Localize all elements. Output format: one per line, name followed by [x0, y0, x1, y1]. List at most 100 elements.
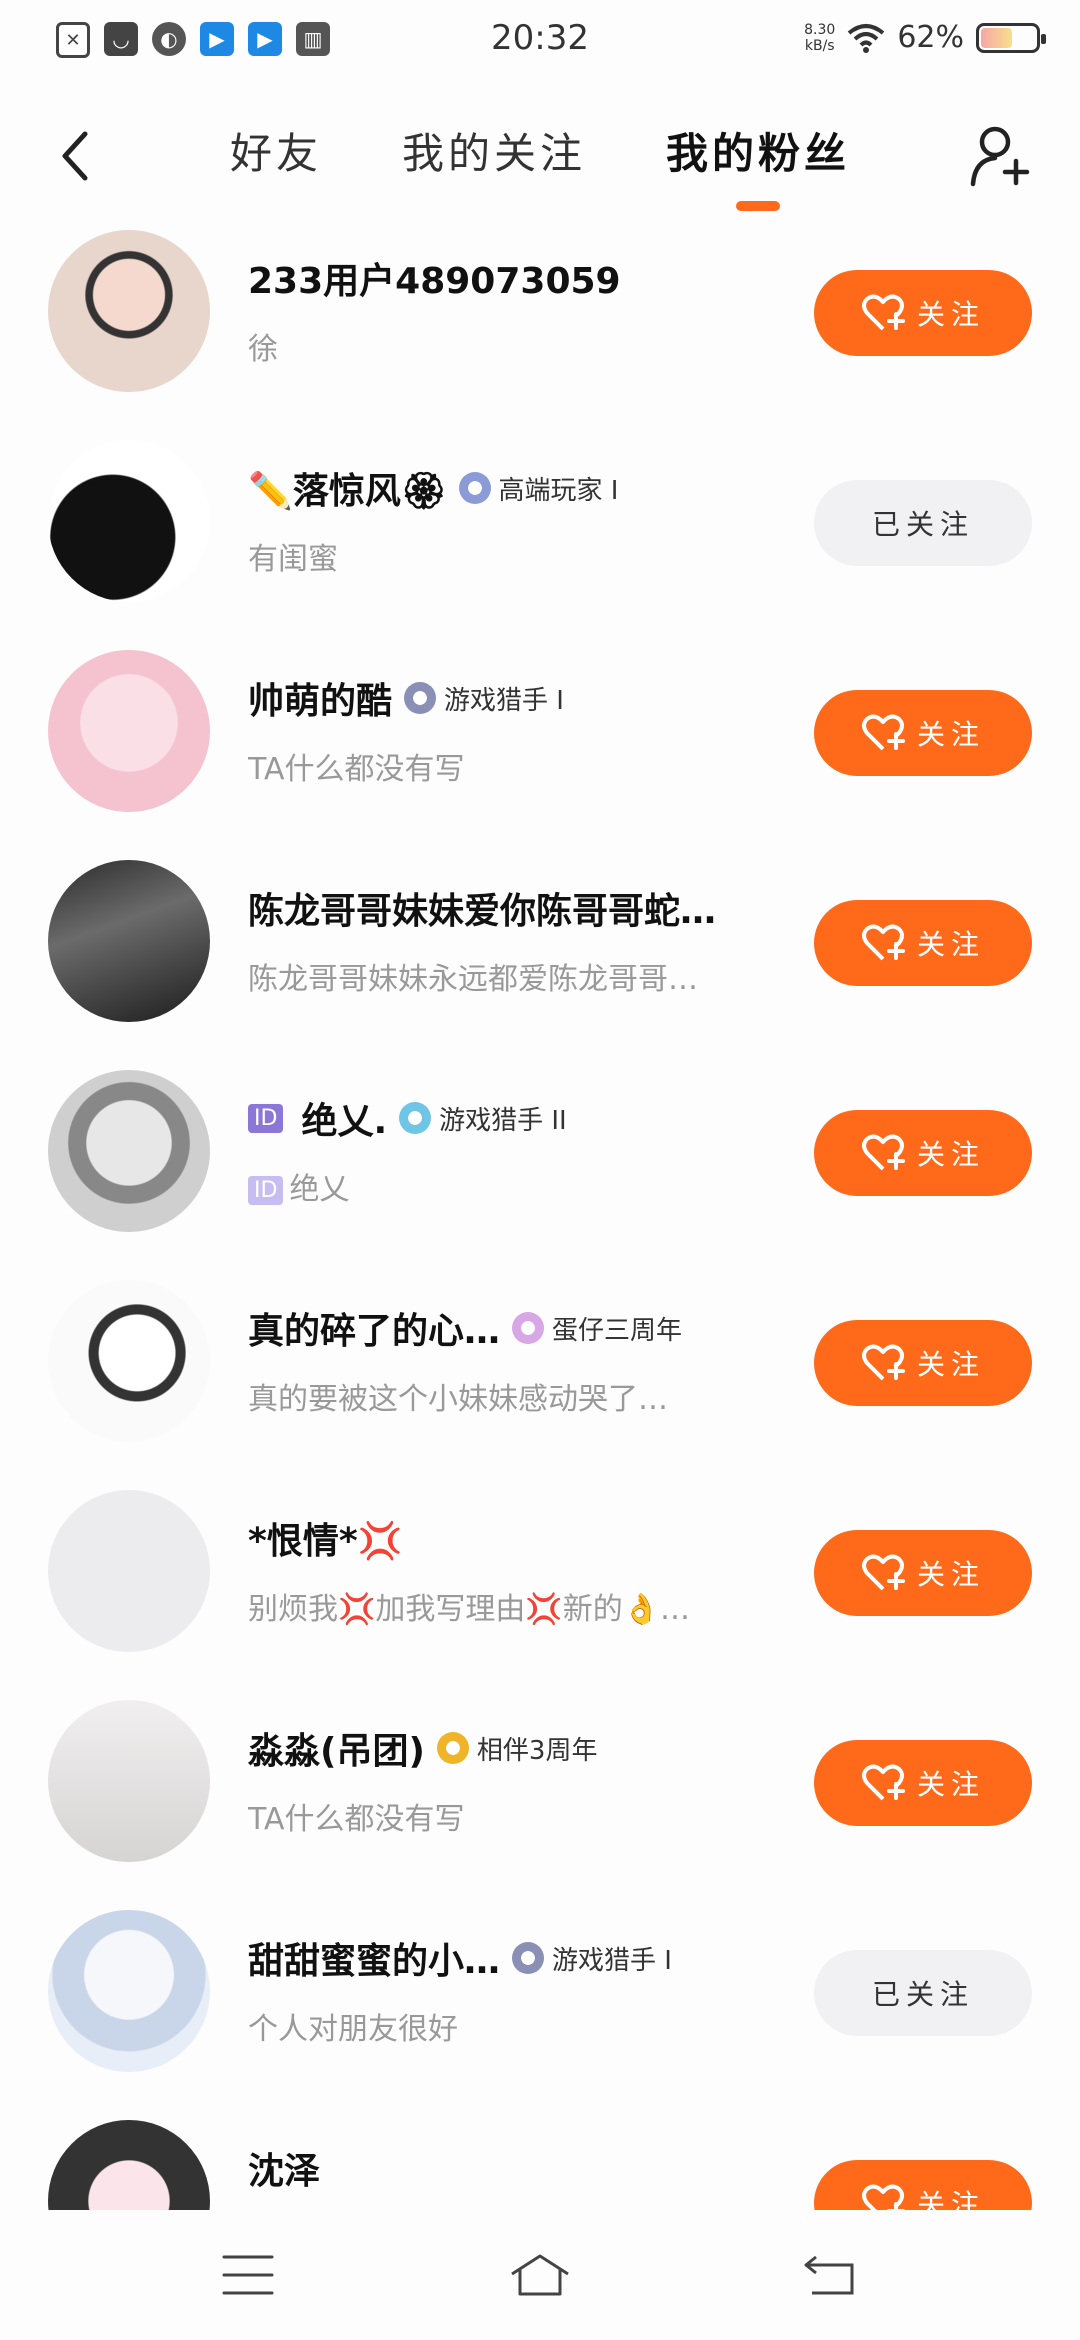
- header: 好友 我的关注 我的粉丝: [0, 100, 1080, 240]
- followed-button[interactable]: 已关注: [814, 1950, 1032, 2036]
- menu-button[interactable]: [208, 2240, 288, 2310]
- fan-name: 沈泽: [248, 2151, 321, 2192]
- signature-text: 真的要被这个小妹妹感动哭了…: [248, 1382, 668, 1417]
- fan-info: 真的碎了的心… 蛋仔三周年真的要被这个小妹妹感动哭了…: [248, 1302, 808, 1418]
- button-label: 关注: [916, 1138, 985, 1171]
- badge-label: 蛋仔三周年: [552, 1315, 683, 1346]
- fan-signature: 个人对朋友很好: [248, 2004, 788, 2048]
- avatar[interactable]: [48, 1070, 210, 1232]
- wifi-icon: [848, 23, 885, 53]
- badge-label: 游戏猎手 I: [444, 685, 564, 716]
- title-badge: 高端玩家 I: [458, 470, 619, 507]
- badge-icon: [512, 1312, 545, 1344]
- title-badge: 蛋仔三周年: [512, 1310, 682, 1347]
- avatar[interactable]: [48, 2120, 210, 2210]
- badge-icon: [399, 1102, 432, 1134]
- fan-name: 淼淼(吊团): [248, 1731, 425, 1772]
- badge-icon: [458, 472, 491, 504]
- fan-signature: TA什么都没有写: [248, 744, 788, 788]
- heart-plus-icon: [861, 924, 905, 961]
- button-label: 关注: [916, 718, 985, 751]
- fan-info: 沈泽: [248, 2142, 808, 2194]
- fan-signature: 陈龙哥哥妹妹永远都爱陈龙哥哥…: [248, 954, 788, 998]
- status-bar: ✕ ◡ ◐ ▶ ▶ ▥ 20:32 8.30 kB/s 62%: [0, 0, 1080, 80]
- id-tag: ID: [248, 1103, 284, 1133]
- fan-info: 233用户489073059 徐: [248, 252, 808, 368]
- fan-row[interactable]: 帅萌的酷 游戏猎手 I TA什么都没有写 关注: [0, 650, 1080, 860]
- fan-info: 帅萌的酷 游戏猎手 I TA什么都没有写: [248, 672, 808, 788]
- fan-row[interactable]: *恨情*💢 别烦我💢加我写理由💢新的👌… 关注: [0, 1490, 1080, 1700]
- follow-button[interactable]: 关注: [814, 690, 1032, 776]
- avatar[interactable]: [48, 230, 210, 392]
- follow-button[interactable]: 关注: [814, 1530, 1032, 1616]
- avatar[interactable]: [48, 1490, 210, 1652]
- fan-row[interactable]: 沈泽 关注: [0, 2120, 1080, 2210]
- fan-name: 甜甜蜜蜜的小…: [248, 1941, 501, 1982]
- avatar[interactable]: [48, 650, 210, 812]
- follow-button[interactable]: 关注: [814, 270, 1032, 356]
- tab-bar: 好友 我的关注 我的粉丝: [0, 120, 1080, 211]
- signature-text: 陈龙哥哥妹妹永远都爱陈龙哥哥…: [248, 962, 698, 997]
- badge-label: 相伴3周年: [476, 1735, 598, 1766]
- fan-signature: 徐: [248, 324, 788, 368]
- tab-fans[interactable]: 我的粉丝: [666, 120, 850, 211]
- home-button[interactable]: [500, 2240, 580, 2310]
- signature-text: TA什么都没有写: [248, 752, 465, 787]
- name-line: 233用户489073059: [248, 252, 808, 304]
- signature-text: 有闺蜜: [248, 542, 338, 577]
- name-line: *恨情*💢: [248, 1512, 808, 1564]
- active-tab-indicator: [736, 201, 780, 211]
- battery-fill: [981, 27, 1013, 48]
- heart-plus-icon: [861, 714, 905, 751]
- return-icon: [804, 2255, 854, 2295]
- avatar[interactable]: [48, 1280, 210, 1442]
- fan-row[interactable]: 真的碎了的心… 蛋仔三周年真的要被这个小妹妹感动哭了… 关注: [0, 1280, 1080, 1490]
- network-speed: 8.30 kB/s: [804, 21, 836, 54]
- name-line: 帅萌的酷 游戏猎手 I: [248, 672, 808, 724]
- fan-signature: 真的要被这个小妹妹感动哭了…: [248, 1374, 788, 1418]
- fan-name: 真的碎了的心…: [248, 1311, 501, 1352]
- back-nav-button[interactable]: [790, 2240, 870, 2310]
- followed-button[interactable]: 已关注: [814, 480, 1032, 566]
- fan-info: 甜甜蜜蜜的小… 游戏猎手 I 个人对朋友很好: [248, 1932, 808, 2048]
- signature-text: 个人对朋友很好: [248, 2012, 458, 2047]
- title-badge: 游戏猎手 I: [404, 680, 564, 717]
- fan-row[interactable]: 淼淼(吊团) 相伴3周年 TA什么都没有写 关注: [0, 1700, 1080, 1910]
- follow-button[interactable]: 关注: [814, 1110, 1032, 1196]
- fan-name: 绝乂.: [301, 1101, 388, 1142]
- battery-icon: [976, 22, 1046, 53]
- fan-row[interactable]: 陈龙哥哥妹妹爱你陈哥哥蛇… 陈龙哥哥妹妹永远都爱陈龙哥哥… 关注: [0, 860, 1080, 1070]
- fan-signature: 别烦我💢加我写理由💢新的👌…: [248, 1584, 788, 1628]
- follow-button[interactable]: 关注: [814, 900, 1032, 986]
- heart-plus-icon: [861, 294, 905, 331]
- button-label: 关注: [916, 928, 985, 961]
- tab-following[interactable]: 我的关注: [402, 120, 586, 207]
- name-line: 真的碎了的心… 蛋仔三周年: [248, 1302, 808, 1354]
- fan-list[interactable]: 233用户489073059 徐关注 ✏️落惊风🏵 高端玩家 I 有闺蜜 已关注 帅萌的酷游…: [0, 230, 1080, 2210]
- follow-button[interactable]: 关注: [814, 2160, 1032, 2210]
- follow-button[interactable]: 关注: [814, 1320, 1032, 1406]
- title-badge: 游戏猎手 I: [512, 1940, 672, 1977]
- badge-label: 高端玩家 I: [498, 475, 619, 506]
- title-badge: 游戏猎手 II: [399, 1100, 567, 1137]
- avatar[interactable]: [48, 1700, 210, 1862]
- fan-row[interactable]: ✏️落惊风🏵 高端玩家 I 有闺蜜 已关注: [0, 440, 1080, 650]
- add-user-icon: [970, 126, 1030, 187]
- follow-button[interactable]: 关注: [814, 1740, 1032, 1826]
- fan-row[interactable]: ID 绝乂. 游戏猎手 II ID 绝乂 关注: [0, 1070, 1080, 1280]
- signature-text: 别烦我💢加我写理由💢新的👌…: [248, 1592, 691, 1627]
- fan-info: *恨情*💢 别烦我💢加我写理由💢新的👌…: [248, 1512, 808, 1628]
- button-label: 已关注: [871, 508, 974, 541]
- fan-row[interactable]: 233用户489073059 徐 关注: [0, 230, 1080, 440]
- button-label: 已关注: [871, 1978, 974, 2011]
- avatar[interactable]: [48, 860, 210, 1022]
- add-friend-button[interactable]: [960, 116, 1040, 196]
- avatar[interactable]: [48, 440, 210, 602]
- fan-info: 淼淼(吊团) 相伴3周年 TA什么都没有写: [248, 1722, 808, 1838]
- badge-icon: [404, 682, 437, 714]
- tab-friends[interactable]: 好友: [230, 120, 322, 207]
- fan-name: ✏️落惊风🏵: [248, 471, 447, 512]
- avatar[interactable]: [48, 1910, 210, 2072]
- fan-row[interactable]: 甜甜蜜蜜的小… 游戏猎手 I 个人对朋友很好 已关注: [0, 1910, 1080, 2120]
- battery-percent: 62%: [897, 20, 964, 55]
